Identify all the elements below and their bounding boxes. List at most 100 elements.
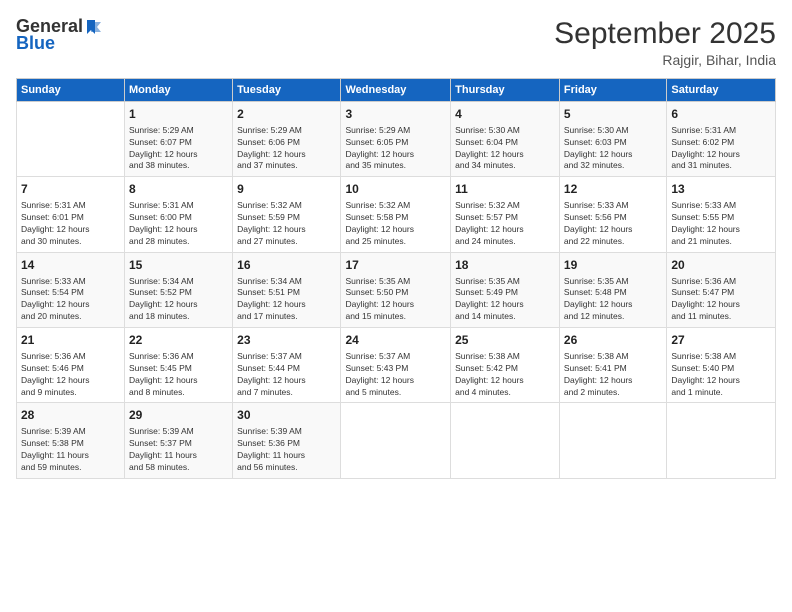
calendar-cell: 22Sunrise: 5:36 AMSunset: 5:45 PMDayligh… — [125, 328, 233, 403]
calendar-cell: 20Sunrise: 5:36 AMSunset: 5:47 PMDayligh… — [667, 252, 776, 327]
cell-info-line: and 32 minutes. — [564, 160, 662, 172]
cell-info-line: Sunset: 5:46 PM — [21, 363, 120, 375]
cell-info-line: and 59 minutes. — [21, 462, 120, 474]
day-number: 15 — [129, 257, 228, 274]
day-number: 19 — [564, 257, 662, 274]
cell-info-line: Daylight: 12 hours — [345, 224, 446, 236]
cell-info-line: Daylight: 12 hours — [345, 375, 446, 387]
day-header-sunday: Sunday — [17, 79, 125, 102]
calendar-cell: 24Sunrise: 5:37 AMSunset: 5:43 PMDayligh… — [341, 328, 451, 403]
logo: General Blue — [16, 16, 103, 54]
day-number: 17 — [345, 257, 446, 274]
day-header-thursday: Thursday — [451, 79, 560, 102]
cell-info-line: and 38 minutes. — [129, 160, 228, 172]
cell-info-line: and 24 minutes. — [455, 236, 555, 248]
calendar-cell: 27Sunrise: 5:38 AMSunset: 5:40 PMDayligh… — [667, 328, 776, 403]
week-row-3: 14Sunrise: 5:33 AMSunset: 5:54 PMDayligh… — [17, 252, 776, 327]
calendar-cell: 26Sunrise: 5:38 AMSunset: 5:41 PMDayligh… — [559, 328, 666, 403]
day-number: 25 — [455, 332, 555, 349]
cell-info-line: Sunrise: 5:30 AM — [564, 125, 662, 137]
cell-info-line: Daylight: 12 hours — [237, 149, 336, 161]
calendar-cell — [559, 403, 666, 478]
cell-info-line: and 56 minutes. — [237, 462, 336, 474]
calendar-cell: 16Sunrise: 5:34 AMSunset: 5:51 PMDayligh… — [233, 252, 341, 327]
cell-info-line: Daylight: 12 hours — [455, 375, 555, 387]
cell-info-line: Sunset: 5:36 PM — [237, 438, 336, 450]
cell-info-line: and 12 minutes. — [564, 311, 662, 323]
cell-info-line: Sunset: 5:58 PM — [345, 212, 446, 224]
day-number: 23 — [237, 332, 336, 349]
location-subtitle: Rajgir, Bihar, India — [554, 52, 776, 68]
cell-info-line: Sunset: 5:59 PM — [237, 212, 336, 224]
cell-info-line: Sunset: 5:47 PM — [671, 287, 771, 299]
day-number: 14 — [21, 257, 120, 274]
logo-general: General — [16, 16, 83, 36]
day-number: 3 — [345, 106, 446, 123]
cell-info-line: Sunrise: 5:31 AM — [129, 200, 228, 212]
cell-info-line: Sunset: 6:05 PM — [345, 137, 446, 149]
cell-info-line: Sunset: 5:38 PM — [21, 438, 120, 450]
day-number: 16 — [237, 257, 336, 274]
cell-info-line: Sunrise: 5:38 AM — [671, 351, 771, 363]
cell-info-line: Sunset: 5:37 PM — [129, 438, 228, 450]
calendar-cell: 7Sunrise: 5:31 AMSunset: 6:01 PMDaylight… — [17, 177, 125, 252]
cell-info-line: and 2 minutes. — [564, 387, 662, 399]
cell-info-line: Sunset: 5:42 PM — [455, 363, 555, 375]
cell-info-line: Sunrise: 5:35 AM — [455, 276, 555, 288]
cell-info-line: Daylight: 12 hours — [21, 375, 120, 387]
cell-info-line: Sunrise: 5:36 AM — [21, 351, 120, 363]
cell-info-line: Sunset: 5:48 PM — [564, 287, 662, 299]
calendar-cell: 28Sunrise: 5:39 AMSunset: 5:38 PMDayligh… — [17, 403, 125, 478]
cell-info-line: Sunrise: 5:35 AM — [345, 276, 446, 288]
calendar-cell: 25Sunrise: 5:38 AMSunset: 5:42 PMDayligh… — [451, 328, 560, 403]
cell-info-line: Sunset: 5:55 PM — [671, 212, 771, 224]
cell-info-line: Sunset: 5:40 PM — [671, 363, 771, 375]
day-number: 7 — [21, 181, 120, 198]
calendar-cell: 15Sunrise: 5:34 AMSunset: 5:52 PMDayligh… — [125, 252, 233, 327]
cell-info-line: and 11 minutes. — [671, 311, 771, 323]
cell-info-line: Sunset: 5:56 PM — [564, 212, 662, 224]
calendar-cell: 14Sunrise: 5:33 AMSunset: 5:54 PMDayligh… — [17, 252, 125, 327]
cell-info-line: and 27 minutes. — [237, 236, 336, 248]
day-number: 2 — [237, 106, 336, 123]
cell-info-line: Daylight: 12 hours — [455, 149, 555, 161]
day-header-tuesday: Tuesday — [233, 79, 341, 102]
calendar-cell: 1Sunrise: 5:29 AMSunset: 6:07 PMDaylight… — [125, 102, 233, 177]
cell-info-line: and 25 minutes. — [345, 236, 446, 248]
cell-info-line: Sunrise: 5:29 AM — [237, 125, 336, 137]
cell-info-line: Daylight: 12 hours — [237, 299, 336, 311]
cell-info-line: Sunset: 6:02 PM — [671, 137, 771, 149]
cell-info-line: Daylight: 12 hours — [21, 224, 120, 236]
cell-info-line: Sunset: 5:44 PM — [237, 363, 336, 375]
week-row-2: 7Sunrise: 5:31 AMSunset: 6:01 PMDaylight… — [17, 177, 776, 252]
cell-info-line: and 20 minutes. — [21, 311, 120, 323]
cell-info-line: and 5 minutes. — [345, 387, 446, 399]
cell-info-line: Daylight: 12 hours — [237, 224, 336, 236]
cell-info-line: Daylight: 12 hours — [671, 149, 771, 161]
calendar-cell — [17, 102, 125, 177]
cell-info-line: and 21 minutes. — [671, 236, 771, 248]
cell-info-line: Daylight: 12 hours — [129, 299, 228, 311]
cell-info-line: Daylight: 12 hours — [345, 149, 446, 161]
cell-info-line: Daylight: 12 hours — [21, 299, 120, 311]
day-number: 29 — [129, 407, 228, 424]
cell-info-line: Sunset: 5:43 PM — [345, 363, 446, 375]
day-number: 9 — [237, 181, 336, 198]
day-number: 13 — [671, 181, 771, 198]
calendar-cell: 3Sunrise: 5:29 AMSunset: 6:05 PMDaylight… — [341, 102, 451, 177]
cell-info-line: Sunrise: 5:34 AM — [237, 276, 336, 288]
cell-info-line: and 37 minutes. — [237, 160, 336, 172]
calendar-cell: 29Sunrise: 5:39 AMSunset: 5:37 PMDayligh… — [125, 403, 233, 478]
calendar-cell: 11Sunrise: 5:32 AMSunset: 5:57 PMDayligh… — [451, 177, 560, 252]
cell-info-line: and 14 minutes. — [455, 311, 555, 323]
day-header-friday: Friday — [559, 79, 666, 102]
cell-info-line: and 35 minutes. — [345, 160, 446, 172]
cell-info-line: Sunrise: 5:31 AM — [21, 200, 120, 212]
cell-info-line: Daylight: 12 hours — [564, 299, 662, 311]
day-number: 22 — [129, 332, 228, 349]
calendar-cell — [451, 403, 560, 478]
cell-info-line: Daylight: 12 hours — [129, 375, 228, 387]
day-number: 11 — [455, 181, 555, 198]
cell-info-line: Sunrise: 5:37 AM — [345, 351, 446, 363]
cell-info-line: Sunrise: 5:29 AM — [129, 125, 228, 137]
